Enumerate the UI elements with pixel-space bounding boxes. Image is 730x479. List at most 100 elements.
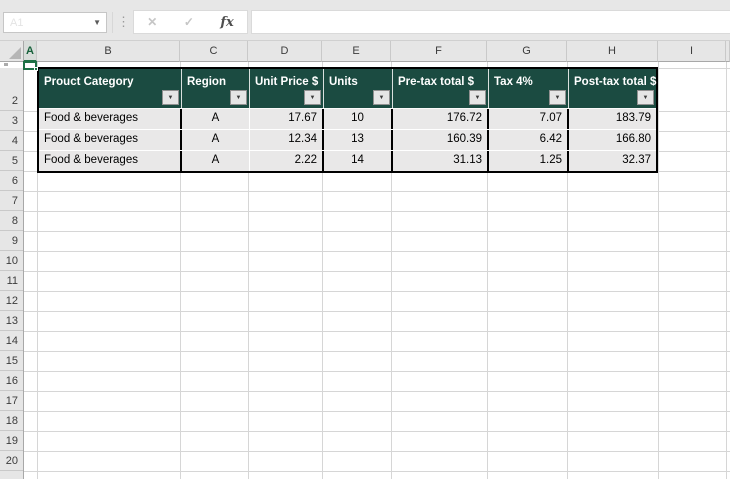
enter-icon[interactable]: ✓ [184,15,194,29]
row-header-12[interactable]: 12 [0,291,23,311]
table-row-3: Food & beverages A 2.22 14 31.13 1.25 32.37 [39,150,656,171]
table-cell[interactable]: Food & beverages [39,109,182,129]
insert-function-icon[interactable]: fx [220,15,233,30]
table-cell[interactable]: 7.07 [489,109,569,129]
gridline-horizontal [24,451,730,452]
row-header-13[interactable]: 13 [0,311,23,331]
gridline-horizontal [24,271,730,272]
table-cell[interactable]: 31.13 [393,151,489,171]
filter-dropdown-button[interactable]: ▼ [637,90,654,105]
table-header-6[interactable]: Tax 4% ▼ [489,69,569,108]
table-cell[interactable]: Food & beverages [39,130,182,150]
select-all-corner[interactable] [0,41,24,62]
row-header-8[interactable]: 8 [0,211,23,231]
table-header-label: Region [187,76,226,88]
table-cell[interactable]: A [182,151,250,171]
table-header-2[interactable]: Region ▼ [182,69,250,108]
toolbar-divider [112,12,113,33]
filter-arrow-icon: ▼ [642,94,649,101]
row-header-4[interactable]: 4 [0,131,23,151]
formula-input[interactable] [251,10,730,34]
row-header-5[interactable]: 5 [0,151,23,171]
table-cell[interactable]: A [182,130,250,150]
row-header-20[interactable]: 20 [0,451,23,471]
table-cell[interactable]: 32.37 [569,151,656,171]
table-cell[interactable]: 12.34 [250,130,324,150]
table-cell[interactable]: 160.39 [393,130,489,150]
row-header-partial[interactable] [0,471,23,479]
table-header-5[interactable]: Pre-tax total $ ▼ [393,69,489,108]
table-cell[interactable]: 17.67 [250,109,324,129]
table-header-1[interactable]: Prouct Category ▼ [39,69,182,108]
table-cell[interactable]: 14 [324,151,393,171]
table-header-row: Prouct Category ▼ Region ▼ Unit Price $ ▼ Unit… [39,69,656,109]
table-cell[interactable]: 10 [324,109,393,129]
row-header-6[interactable]: 6 [0,171,23,191]
table-cell[interactable]: 176.72 [393,109,489,129]
filter-dropdown-button[interactable]: ▼ [304,90,321,105]
gridline-horizontal [24,191,730,192]
row-header-16[interactable]: 16 [0,371,23,391]
row-header-2[interactable]: 2 [0,68,23,111]
column-header-partial[interactable] [726,41,730,62]
excel-window: A1 ▼ ⋮ ✕ ✓ fx ABCDEFGHI 2 3 4 5 6 7 8 9 10 11 12 13… [0,0,730,479]
cancel-icon[interactable]: ✕ [147,15,157,29]
table-cell[interactable]: Food & beverages [39,151,182,171]
table-header-7[interactable]: Post-tax total $ ▼ [569,69,656,108]
gridline-horizontal [24,431,730,432]
select-all-triangle-icon [9,47,21,59]
row-header-19[interactable]: 19 [0,431,23,451]
column-header-A[interactable]: A [24,41,37,62]
filter-arrow-icon: ▼ [474,94,481,101]
column-header-B[interactable]: B [37,41,180,62]
row-header-11[interactable]: 11 [0,271,23,291]
column-header-C[interactable]: C [180,41,248,62]
name-box-dropdown-icon[interactable]: ▼ [93,18,101,27]
drag-handle-icon[interactable]: ⋮ [117,11,130,33]
column-header-H[interactable]: H [567,41,658,62]
column-header-I[interactable]: I [658,41,726,62]
row-header-14[interactable]: 14 [0,331,23,351]
column-header-F[interactable]: F [391,41,487,62]
gridline-horizontal [24,351,730,352]
table-cell[interactable]: A [182,109,250,129]
row-header-3[interactable]: 3 [0,111,23,131]
filter-arrow-icon: ▼ [554,94,561,101]
row-header-17[interactable]: 17 [0,391,23,411]
row-header-18[interactable]: 18 [0,411,23,431]
fill-handle[interactable] [34,67,38,71]
filter-dropdown-button[interactable]: ▼ [162,90,179,105]
filter-dropdown-button[interactable]: ▼ [549,90,566,105]
gridline-horizontal [24,311,730,312]
table-header-4[interactable]: Units ▼ [324,69,393,108]
column-header-E[interactable]: E [322,41,391,62]
column-header-D[interactable]: D [248,41,322,62]
table-header-label: Post-tax total $ [574,76,657,88]
table-row-2: Food & beverages A 12.34 13 160.39 6.42 166.80 [39,129,656,150]
table-cell[interactable]: 166.80 [569,130,656,150]
row-header-10[interactable]: 10 [0,251,23,271]
row-header-7[interactable]: 7 [0,191,23,211]
gridline-horizontal [24,211,730,212]
filter-dropdown-button[interactable]: ▼ [230,90,247,105]
filter-arrow-icon: ▼ [235,94,242,101]
column-header-G[interactable]: G [487,41,567,62]
name-box[interactable]: A1 ▼ [3,12,107,33]
table-cell[interactable]: 13 [324,130,393,150]
table-header-label: Pre-tax total $ [398,76,475,88]
data-table: Prouct Category ▼ Region ▼ Unit Price $ ▼ Unit… [37,67,658,173]
table-cell[interactable]: 183.79 [569,109,656,129]
table-cell[interactable]: 2.22 [250,151,324,171]
row-header-15[interactable]: 15 [0,351,23,371]
row-header-9[interactable]: 9 [0,231,23,251]
table-cell[interactable]: 1.25 [489,151,569,171]
name-box-value: A1 [10,16,24,29]
filter-dropdown-button[interactable]: ▼ [469,90,486,105]
table-cell[interactable]: 6.42 [489,130,569,150]
active-cell-a1[interactable] [23,61,38,71]
table-header-3[interactable]: Unit Price $ ▼ [250,69,324,108]
filter-arrow-icon: ▼ [309,94,316,101]
filter-dropdown-button[interactable]: ▼ [373,90,390,105]
table-header-label: Units [329,76,358,88]
filter-arrow-icon: ▼ [167,94,174,101]
